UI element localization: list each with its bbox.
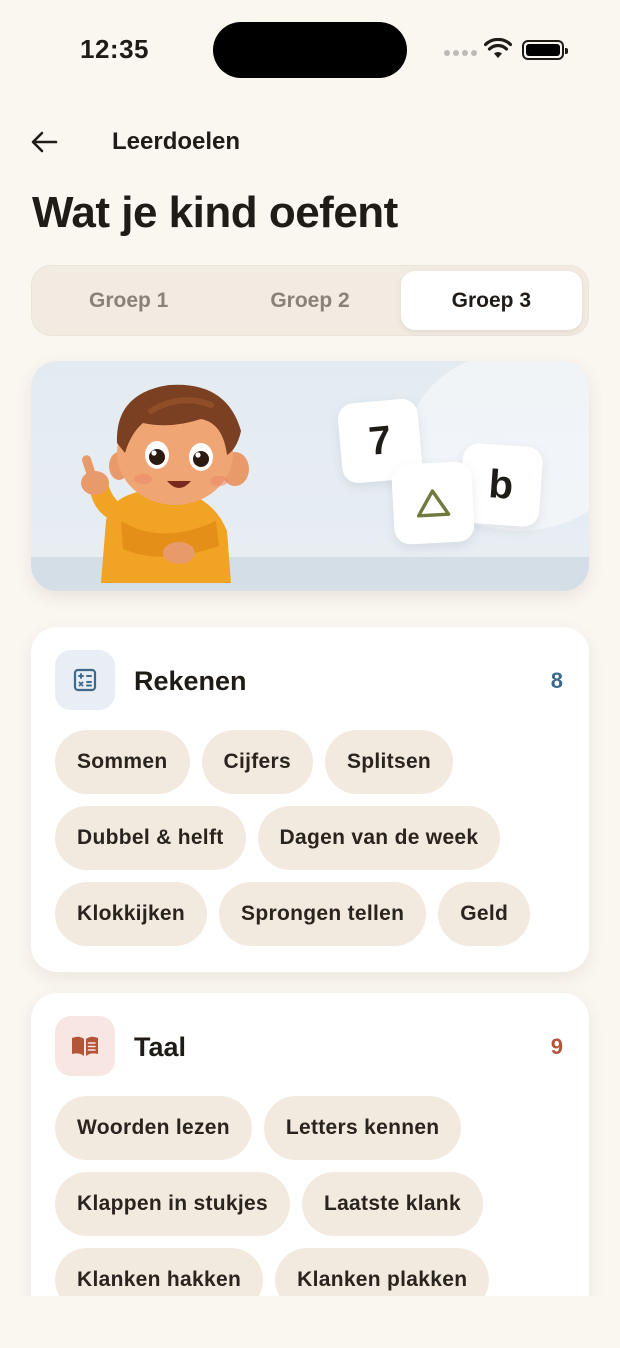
category-card-rekenen[interactable]: Rekenen 8 Sommen Cijfers Splitsen Dubbel… xyxy=(31,627,589,972)
nav-bar: Leerdoelen xyxy=(0,118,620,164)
cellular-signal-icon xyxy=(444,50,477,56)
skill-chip[interactable]: Dagen van de week xyxy=(257,806,501,870)
calculator-icon xyxy=(73,668,97,692)
category-card-taal[interactable]: Taal 9 Woorden lezen Letters kennen Klap… xyxy=(31,993,589,1348)
open-book-icon xyxy=(72,1036,98,1056)
segment-groep-3[interactable]: Groep 3 xyxy=(400,271,582,330)
skill-chip[interactable]: Klappen in stukjes xyxy=(55,1172,290,1236)
status-time: 12:35 xyxy=(80,34,149,64)
dynamic-island xyxy=(213,22,407,78)
skill-chip[interactable]: Woorden lezen xyxy=(55,1096,252,1160)
segment-groep-2[interactable]: Groep 2 xyxy=(219,271,400,330)
nav-title: Leerdoelen xyxy=(112,128,241,155)
shape-tile xyxy=(390,460,476,546)
segment-groep-1[interactable]: Groep 1 xyxy=(38,271,219,330)
category-icon-container xyxy=(55,650,115,710)
arrow-left-icon xyxy=(31,131,58,153)
category-count: 9 xyxy=(550,1034,563,1059)
category-count: 8 xyxy=(550,668,563,693)
skill-chip-list: Sommen Cijfers Splitsen Dubbel & helft D… xyxy=(55,730,575,946)
skill-chip-list: Woorden lezen Letters kennen Klappen in … xyxy=(55,1096,575,1312)
category-title: Rekenen xyxy=(134,666,247,696)
category-title: Taal xyxy=(134,1032,187,1062)
skill-chip[interactable]: Splitsen xyxy=(324,730,454,794)
skill-chip[interactable]: Letters kennen xyxy=(263,1096,462,1160)
triangle-icon xyxy=(416,489,451,518)
bottom-safe-area xyxy=(0,1296,620,1348)
skill-chip[interactable]: Cijfers xyxy=(201,730,313,794)
back-button[interactable] xyxy=(24,122,64,162)
category-header: Taal 9 xyxy=(55,1016,565,1076)
hero-illustration: 7 b xyxy=(31,361,589,591)
skill-chip[interactable]: Laatste klank xyxy=(301,1172,483,1236)
category-icon-container xyxy=(55,1016,115,1076)
skill-chip[interactable]: Geld xyxy=(438,882,531,946)
page-title: Wat je kind oefent xyxy=(32,188,398,237)
category-header: Rekenen 8 xyxy=(55,650,565,710)
wifi-icon xyxy=(484,38,512,58)
skill-chip[interactable]: Sommen xyxy=(55,730,190,794)
group-segmented-control: Groep 1 Groep 2 Groep 3 xyxy=(31,265,589,336)
status-bar: 12:35 xyxy=(0,0,620,100)
child-character-illustration xyxy=(81,384,249,583)
skill-chip[interactable]: Dubbel & helft xyxy=(55,806,246,870)
skill-chip[interactable]: Klokkijken xyxy=(55,882,208,946)
battery-icon xyxy=(522,40,568,60)
skill-chip[interactable]: Sprongen tellen xyxy=(219,882,427,946)
